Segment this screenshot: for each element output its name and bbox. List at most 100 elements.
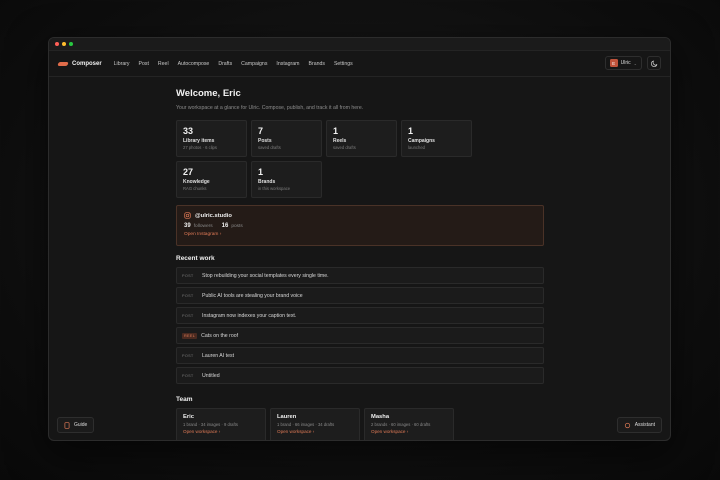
close-window-dot[interactable] xyxy=(55,42,59,46)
item-title: Untitled xyxy=(202,372,220,379)
team-card-masha: Masha 2 brands · 60 images · 60 drafts O… xyxy=(364,408,454,440)
stats-grid: 33 Library items 27 photos · 6 clips 7 P… xyxy=(176,120,544,198)
member-meta: 1 brand · 34 images · 9 drafts xyxy=(183,422,238,427)
type-badge: POST xyxy=(182,313,194,318)
nav-drafts[interactable]: Drafts xyxy=(218,61,232,67)
avatar: E xyxy=(609,59,618,67)
stat-label: Brands xyxy=(258,179,276,185)
chevron-down-icon: ⌄ xyxy=(633,60,637,66)
item-title: Instagram now indexes your caption text. xyxy=(202,312,297,319)
nav-instagram[interactable]: Instagram xyxy=(276,61,299,67)
list-item[interactable]: POST Lauren AI test xyxy=(176,347,544,364)
page-title: Welcome, Eric xyxy=(176,88,241,99)
list-item[interactable]: POST Public AI tools are stealing your b… xyxy=(176,287,544,304)
stat-value: 1 xyxy=(408,126,414,136)
stat-sub: 27 photos · 6 clips xyxy=(183,145,217,150)
member-name: Lauren xyxy=(277,414,297,420)
item-title: Public AI tools are stealing your brand … xyxy=(202,292,303,299)
stat-sub: saved drafts xyxy=(258,145,281,150)
type-badge: POST xyxy=(182,293,194,298)
stat-value: 7 xyxy=(258,126,264,136)
composer-logo-icon xyxy=(57,61,69,66)
stat-card-campaigns[interactable]: 1 Campaigns launched xyxy=(401,120,472,157)
stat-label: Knowledge xyxy=(183,179,210,185)
window-titlebar xyxy=(49,38,670,51)
item-title: Cats on the roof xyxy=(201,332,239,339)
brand-name[interactable]: Composer xyxy=(72,61,102,67)
stat-sub: in this workspace xyxy=(258,186,291,191)
stat-value: 33 xyxy=(183,126,194,136)
stat-sub: launched xyxy=(408,145,425,150)
recent-work-list: POST Stop rebuilding your social templat… xyxy=(176,267,544,384)
nav-autocompose[interactable]: Autocompose xyxy=(178,61,210,67)
posts-label: posts xyxy=(231,224,243,229)
stat-label: Library items xyxy=(183,138,215,144)
stat-label: Posts xyxy=(258,138,272,144)
stat-value: 1 xyxy=(333,126,339,136)
stat-card-library[interactable]: 33 Library items 27 photos · 6 clips xyxy=(176,120,247,157)
type-badge: POST xyxy=(182,273,194,278)
open-workspace-link[interactable]: Open workspace › xyxy=(183,429,259,434)
followers-label: followers xyxy=(193,224,213,229)
team-list: Eric 1 brand · 34 images · 9 drafts Open… xyxy=(176,408,544,440)
nav-post[interactable]: Post xyxy=(139,61,149,67)
book-icon xyxy=(64,421,70,429)
stat-value: 1 xyxy=(258,167,264,177)
item-title: Stop rebuilding your social templates ev… xyxy=(202,272,329,279)
team-card-lauren: Lauren 1 brand · 66 images · 34 drafts O… xyxy=(270,408,360,440)
type-badge: REEL xyxy=(182,332,198,339)
member-name: Masha xyxy=(371,414,390,420)
nav-campaigns[interactable]: Campaigns xyxy=(241,61,267,67)
type-badge: POST xyxy=(182,373,194,378)
workspace-name: Ulric xyxy=(620,60,631,66)
posts-count: 16 xyxy=(221,223,229,229)
list-item[interactable]: POST Stop rebuilding your social templat… xyxy=(176,267,544,284)
member-name: Eric xyxy=(183,414,194,420)
app-window: Composer Library Post Reel Autocompose D… xyxy=(48,37,671,441)
top-nav: Composer Library Post Reel Autocompose D… xyxy=(49,51,670,77)
nav-reel[interactable]: Reel xyxy=(158,61,169,67)
instagram-icon xyxy=(184,212,191,219)
theme-toggle-button[interactable] xyxy=(647,56,661,70)
nav-library[interactable]: Library xyxy=(114,61,130,67)
stat-card-brands[interactable]: 1 Brands in this workspace xyxy=(251,161,322,198)
item-title: Lauren AI test xyxy=(202,352,235,359)
stat-label: Campaigns xyxy=(408,138,435,144)
guide-button[interactable]: Guide xyxy=(57,417,95,433)
dashboard-main: Welcome, Eric Your workspace at a glance… xyxy=(176,88,544,440)
open-workspace-link[interactable]: Open workspace › xyxy=(277,429,353,434)
open-workspace-link[interactable]: Open workspace › xyxy=(371,429,447,434)
instagram-card: @ulric.studio 39 followers 16 posts Open… xyxy=(176,205,544,246)
workspace-switcher[interactable]: E Ulric ⌄ xyxy=(604,56,642,70)
sparkle-icon xyxy=(624,422,630,428)
member-meta: 2 brands · 60 images · 60 drafts xyxy=(371,422,431,427)
stat-sub: saved drafts xyxy=(333,145,356,150)
type-badge: POST xyxy=(182,353,194,358)
stat-card-posts[interactable]: 7 Posts saved drafts xyxy=(251,120,322,157)
stat-value: 27 xyxy=(183,167,194,177)
page-subtitle: Your workspace at a glance for Ulric. Co… xyxy=(176,105,364,111)
nav-right: E Ulric ⌄ xyxy=(604,56,661,70)
list-item[interactable]: REEL Cats on the roof xyxy=(176,327,544,344)
list-item[interactable]: POST Instagram now indexes your caption … xyxy=(176,307,544,324)
instagram-handle: @ulric.studio xyxy=(195,212,232,219)
maximize-window-dot[interactable] xyxy=(69,42,73,46)
member-meta: 1 brand · 66 images · 34 drafts xyxy=(277,422,335,427)
minimize-window-dot[interactable] xyxy=(62,42,66,46)
stat-card-reels[interactable]: 1 Reels saved drafts xyxy=(326,120,397,157)
list-item[interactable]: POST Untitled xyxy=(176,367,544,384)
followers-count: 39 xyxy=(184,223,191,229)
recent-work-heading: Recent work xyxy=(176,255,215,262)
stat-label: Reels xyxy=(333,138,347,144)
team-heading: Team xyxy=(176,396,193,403)
stat-card-knowledge[interactable]: 27 Knowledge RAG chunks xyxy=(176,161,247,198)
moon-icon xyxy=(650,59,657,67)
nav-settings[interactable]: Settings xyxy=(334,61,353,67)
assistant-button[interactable]: Assistant xyxy=(616,417,662,433)
stat-sub: RAG chunks xyxy=(183,186,207,191)
open-instagram-link[interactable]: Open Instagram › xyxy=(184,232,536,237)
assistant-label: Assistant xyxy=(634,422,655,428)
nav-brands[interactable]: Brands xyxy=(309,61,325,67)
guide-label: Guide xyxy=(74,422,88,428)
team-card-eric: Eric 1 brand · 34 images · 9 drafts Open… xyxy=(176,408,266,440)
